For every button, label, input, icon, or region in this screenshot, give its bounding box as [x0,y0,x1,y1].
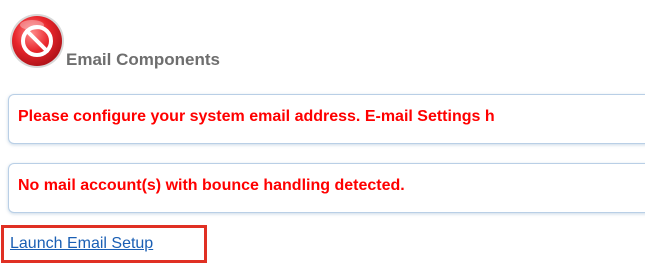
bounce-handling-alert-text: No mail account(s) with bounce handling … [18,177,405,194]
page-header: Email Components [8,12,328,72]
system-email-alert-text: Please configure your system email addre… [18,108,495,125]
bounce-handling-alert: No mail account(s) with bounce handling … [8,163,645,213]
launch-email-setup-highlight: Launch Email Setup [1,225,207,263]
email-components-page: Email Components Please configure your s… [0,0,645,266]
launch-email-setup-link[interactable]: Launch Email Setup [10,235,153,253]
system-email-alert: Please configure your system email addre… [8,94,645,144]
page-title: Email Components [66,50,220,69]
no-entry-icon [10,14,64,68]
